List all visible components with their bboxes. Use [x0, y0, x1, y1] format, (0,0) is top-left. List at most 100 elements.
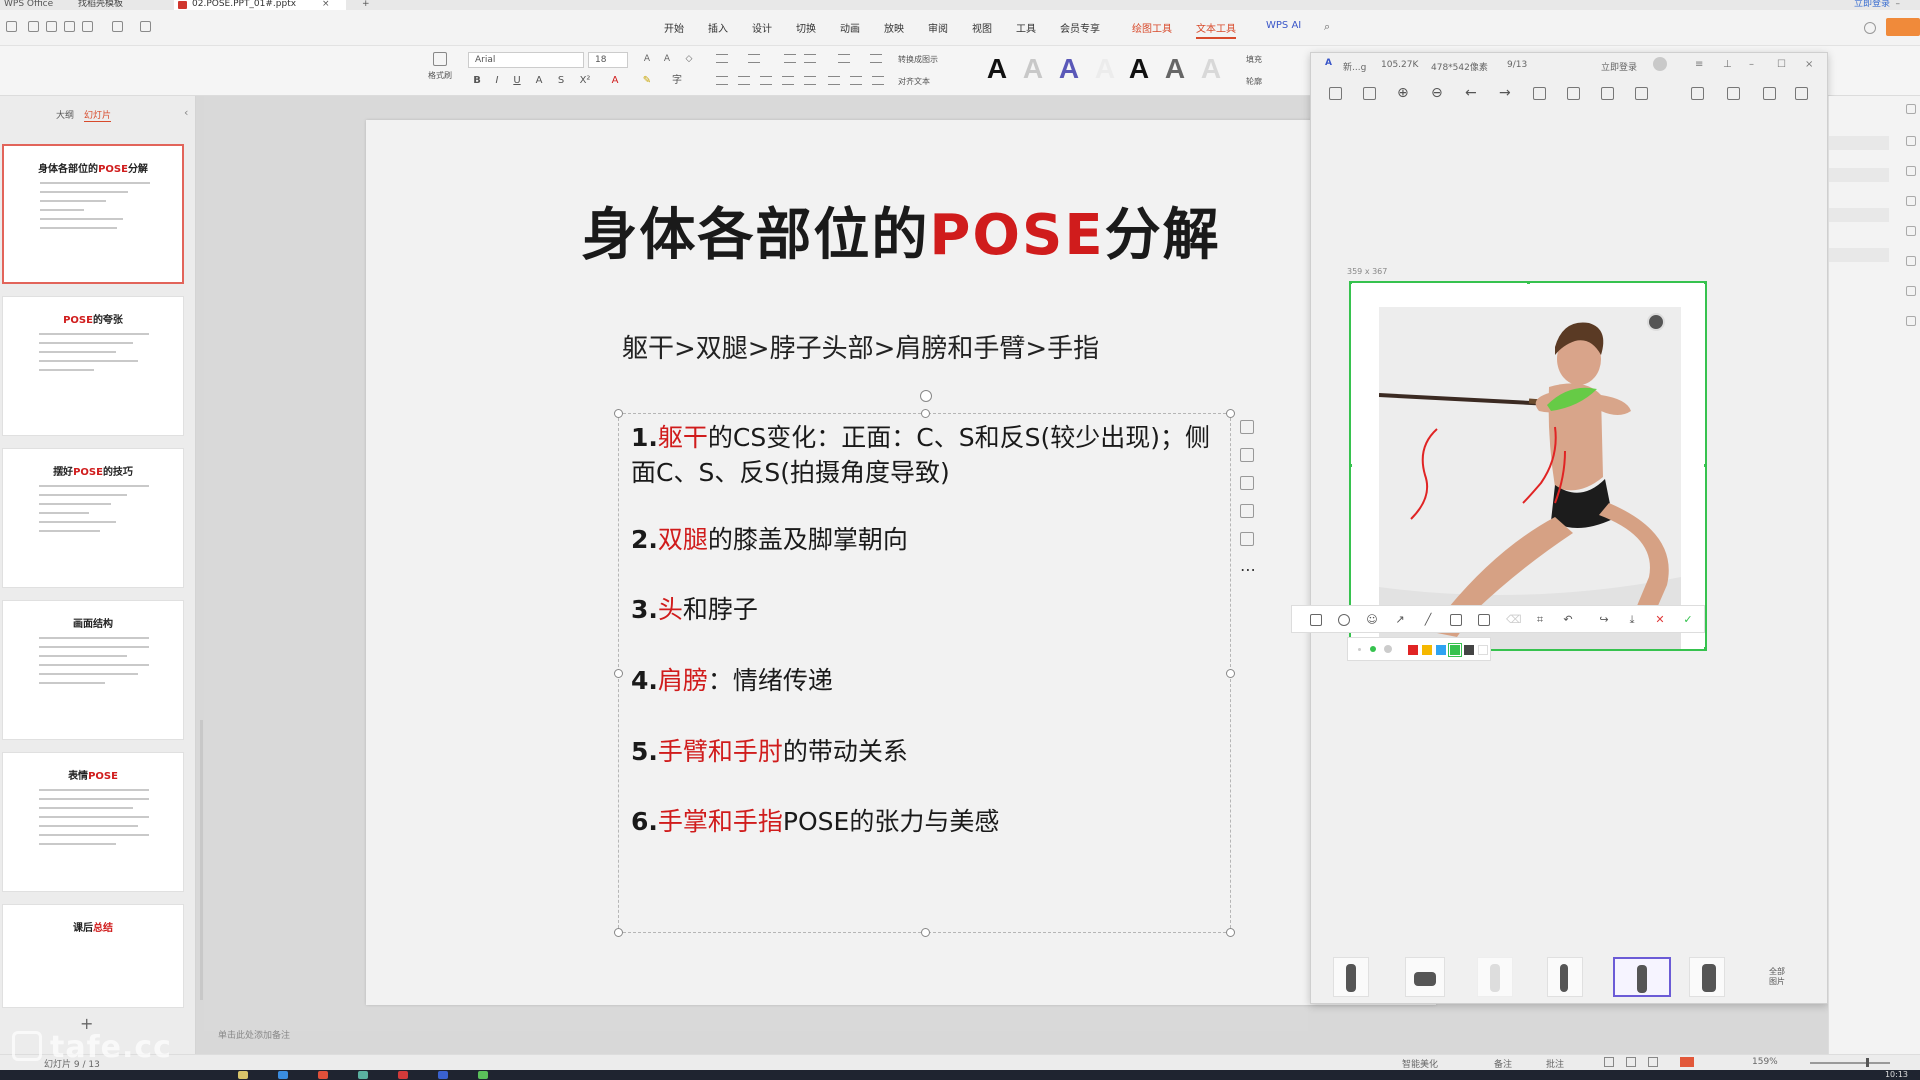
- tab-template-home[interactable]: 找稻壳模板: [78, 0, 123, 10]
- slide-subtitle[interactable]: 躯干>双腿>脖子头部>肩膀和手臂>手指: [622, 328, 1099, 365]
- increase-indent-icon[interactable]: [804, 54, 816, 63]
- confirm-icon[interactable]: ✓: [1682, 614, 1694, 626]
- image-recognize-icon[interactable]: [1647, 313, 1665, 331]
- property-field[interactable]: [1829, 168, 1889, 182]
- film-thumb-1[interactable]: [1333, 957, 1369, 997]
- decrease-font-icon[interactable]: A: [660, 52, 674, 66]
- slide-thumbnail-4[interactable]: 画面结构: [2, 600, 184, 740]
- font-size-select[interactable]: 18: [588, 52, 628, 68]
- tab-transition[interactable]: 切换: [796, 20, 816, 35]
- bold-icon[interactable]: B: [470, 74, 484, 88]
- share-icon[interactable]: ↪: [1598, 614, 1610, 626]
- property-field[interactable]: [1829, 208, 1889, 222]
- tab-design[interactable]: 设计: [752, 20, 772, 35]
- browser-icon[interactable]: [278, 1071, 288, 1079]
- share-button[interactable]: [1886, 18, 1920, 36]
- folder-icon[interactable]: [238, 1071, 248, 1079]
- close-tab-icon[interactable]: ×: [322, 0, 330, 10]
- tab-outline[interactable]: 大纲: [56, 108, 74, 121]
- tab-slideshow[interactable]: 放映: [884, 20, 904, 35]
- smart-beautify-button[interactable]: 智能美化: [1402, 1057, 1438, 1070]
- undo-icon[interactable]: ↶: [1562, 614, 1574, 626]
- text-columns-icon[interactable]: [850, 76, 862, 85]
- redo-icon[interactable]: [140, 21, 151, 32]
- tab-text-tools[interactable]: 文本工具: [1196, 20, 1236, 39]
- zoom-slider-thumb[interactable]: [1866, 1058, 1869, 1067]
- film-thumb-3[interactable]: [1477, 957, 1513, 997]
- panel-scrollbar[interactable]: [200, 720, 203, 1000]
- menu-icon[interactable]: [6, 21, 17, 32]
- app-icon[interactable]: [438, 1071, 448, 1079]
- tab-view[interactable]: 视图: [972, 20, 992, 35]
- normal-view-icon[interactable]: [1604, 1057, 1614, 1067]
- pin-icon[interactable]: ⊥: [1723, 59, 1732, 70]
- align-center-icon[interactable]: [738, 76, 750, 85]
- pin-icon[interactable]: [1906, 104, 1916, 114]
- outline-icon[interactable]: [1240, 504, 1254, 518]
- film-thumb-2[interactable]: [1405, 957, 1445, 997]
- font-name-select[interactable]: Arial: [468, 52, 584, 68]
- sidebar-icon[interactable]: [1906, 226, 1916, 236]
- rotate-handle[interactable]: [920, 390, 932, 402]
- distribute-icon[interactable]: [804, 76, 816, 85]
- size-medium-dot[interactable]: [1370, 646, 1376, 652]
- fill-icon[interactable]: [1240, 476, 1254, 490]
- print-preview-icon[interactable]: [82, 21, 93, 32]
- numbered-list-icon[interactable]: [748, 54, 760, 63]
- undo-icon[interactable]: [112, 21, 123, 32]
- cancel-icon[interactable]: ✕: [1654, 614, 1666, 626]
- align-left-icon[interactable]: [716, 76, 728, 85]
- content-textbox[interactable]: 1.躯干的CS变化：正面：C、S和反S(较少出现)；侧面C、S、反S(拍摄角度导…: [614, 390, 1235, 937]
- login-link[interactable]: 立即登录: [1854, 0, 1890, 10]
- viewer-menu-icon[interactable]: ≡: [1695, 59, 1703, 70]
- format-painter-button[interactable]: 格式刷: [422, 52, 458, 81]
- highlight-icon[interactable]: ✎: [640, 74, 654, 88]
- viewer-login-link[interactable]: 立即登录: [1601, 60, 1637, 73]
- delete-icon[interactable]: [1601, 87, 1614, 100]
- color-swatch-white[interactable]: [1478, 645, 1488, 655]
- tab-tools[interactable]: 工具: [1016, 20, 1036, 35]
- download-icon[interactable]: ⤓: [1626, 614, 1638, 626]
- film-thumb-5-active[interactable]: [1613, 957, 1671, 997]
- print-icon[interactable]: [1763, 87, 1776, 100]
- text-fill-button[interactable]: 填充: [1246, 54, 1262, 65]
- actual-size-icon[interactable]: [1363, 87, 1376, 100]
- shadow-icon[interactable]: S: [554, 74, 568, 88]
- show-all-images-button[interactable]: 全部 图片: [1767, 967, 1787, 987]
- reading-view-icon[interactable]: [1648, 1057, 1658, 1067]
- underline-icon[interactable]: U: [510, 74, 524, 88]
- resize-handle[interactable]: [614, 409, 623, 418]
- app-icon[interactable]: [478, 1071, 488, 1079]
- font-color-icon[interactable]: A: [608, 74, 622, 88]
- clear-format-icon[interactable]: ◇: [682, 52, 696, 66]
- color-swatch-green[interactable]: [1450, 645, 1460, 655]
- tab-animation[interactable]: 动画: [840, 20, 860, 35]
- zoom-level[interactable]: 159%: [1752, 1057, 1778, 1067]
- avatar[interactable]: [1653, 57, 1667, 71]
- slide-thumbnail-1[interactable]: 身体各部位的POSE分解: [2, 144, 184, 284]
- char-spacing-icon[interactable]: 字: [670, 74, 684, 88]
- color-swatch-red[interactable]: [1408, 645, 1418, 655]
- close-icon[interactable]: ×: [1805, 59, 1813, 70]
- save-icon[interactable]: [28, 21, 39, 32]
- mosaic-tool-icon[interactable]: [1450, 614, 1462, 626]
- fullscreen-icon[interactable]: [1329, 87, 1342, 100]
- decrease-indent-icon[interactable]: [784, 54, 796, 63]
- crop-handle[interactable]: [1704, 464, 1707, 467]
- app-icon[interactable]: [358, 1071, 368, 1079]
- paragraph-icon[interactable]: [872, 76, 884, 85]
- tab-wps-ai[interactable]: WPS AI: [1266, 20, 1301, 31]
- increase-font-icon[interactable]: A: [640, 52, 654, 66]
- comments-toggle[interactable]: 批注: [1546, 1057, 1564, 1070]
- italic-icon[interactable]: I: [490, 74, 504, 88]
- sorter-view-icon[interactable]: [1626, 1057, 1636, 1067]
- notes-toggle[interactable]: 备注: [1494, 1057, 1512, 1070]
- text-style-6[interactable]: A: [1160, 52, 1190, 86]
- slide-title[interactable]: 身体各部位的POSE分解: [366, 190, 1436, 271]
- collapse-panel-icon[interactable]: ‹: [184, 106, 188, 119]
- rotate-right-icon[interactable]: [1567, 87, 1580, 100]
- text-tool-icon[interactable]: [1478, 614, 1490, 626]
- settings-icon[interactable]: [1864, 22, 1876, 34]
- resize-handle[interactable]: [1226, 669, 1235, 678]
- arrange-icon[interactable]: [1240, 532, 1254, 546]
